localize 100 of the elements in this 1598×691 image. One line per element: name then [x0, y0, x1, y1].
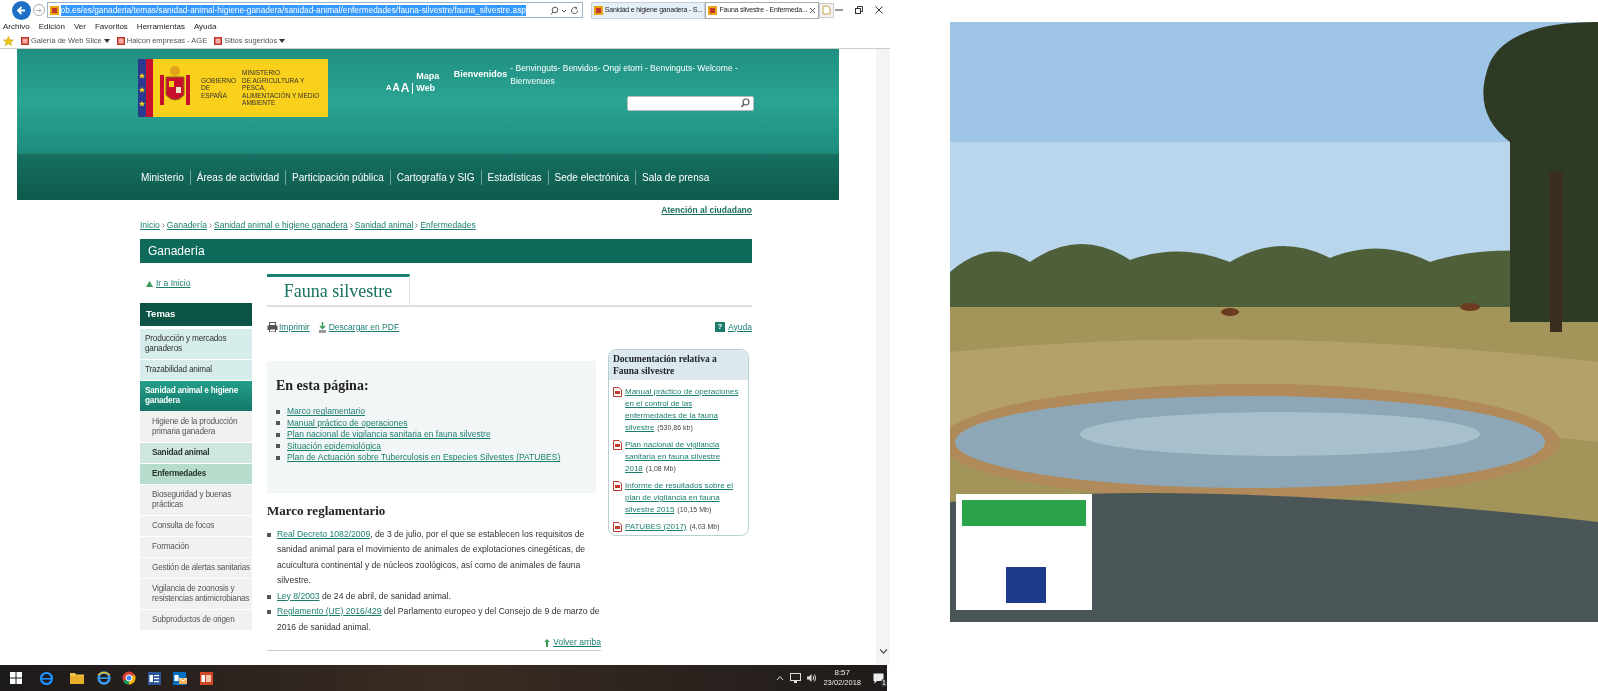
refresh-icon[interactable]: [569, 5, 579, 15]
search-icon[interactable]: [740, 98, 750, 108]
mail-app-icon[interactable]: [173, 671, 187, 685]
link[interactable]: Plan nacional de vigilancia sanitaria en fauna silvestre: [287, 428, 491, 442]
back-button[interactable]: [12, 0, 31, 20]
notification-icon[interactable]: [872, 672, 884, 684]
volume-icon[interactable]: [806, 673, 818, 683]
welcome-text: Bienvenidos: [453, 68, 508, 81]
new-tab-icon: [822, 5, 832, 15]
help-icon[interactable]: ?: [715, 322, 726, 332]
link[interactable]: Descargar en PDF: [328, 320, 400, 334]
menu-item[interactable]: Ver: [73, 21, 86, 33]
nav-link[interactable]: Participación pública: [285, 169, 390, 185]
sidebar-item[interactable]: Enfermedades: [140, 464, 252, 485]
chevron-icon: [413, 221, 421, 229]
bullet-icon: [267, 594, 271, 599]
nav-link[interactable]: Sede electrónica: [547, 169, 636, 185]
sidebar-heading: Temas: [140, 303, 252, 326]
sidebar-item[interactable]: Consulta de focos: [140, 516, 252, 537]
star-icon[interactable]: [3, 36, 14, 46]
arrow-icon: [35, 6, 43, 14]
bullet-icon: [276, 432, 280, 437]
chevron-icon: [347, 221, 355, 229]
close-icon[interactable]: [874, 5, 884, 15]
link[interactable]: Plan de Actuación sobre Tuberculosis en Especies Silvestes (PATUBES): [287, 451, 561, 465]
page-icon: [214, 37, 223, 45]
nav-link[interactable]: Estadísticas: [480, 169, 548, 185]
section-title-bar: Ganadería: [140, 239, 752, 263]
document-app-icon[interactable]: [148, 671, 161, 685]
triangle-icon: [146, 280, 153, 287]
sidebar-item[interactable]: Formación: [140, 537, 252, 558]
breadcrumb-link[interactable]: Sanidad animal e higiene ganadera: [214, 218, 348, 232]
link[interactable]: Ley 8/2003: [277, 590, 320, 601]
browser-icon[interactable]: [97, 671, 111, 685]
sidebar-item[interactable]: Subproductos de origen: [140, 610, 252, 631]
bullet-icon: [276, 444, 280, 449]
nav-link[interactable]: Cartografía y SIG: [389, 169, 481, 185]
printer-icon: [267, 322, 278, 332]
sidebar-item[interactable]: Gestión de alertas sanitarias: [140, 558, 252, 579]
link[interactable]: Manual práctico de operaciones: [287, 416, 408, 430]
breadcrumb-link[interactable]: Ganadería: [166, 218, 207, 232]
pdf-icon: [613, 387, 622, 397]
scroll-down-icon[interactable]: [878, 648, 888, 655]
link[interactable]: Volver arriba: [553, 636, 601, 649]
nav-link[interactable]: Sala de prensa: [635, 169, 716, 185]
panel-heading: Documentación relativa a Fauna silvestre: [609, 350, 748, 380]
breadcrumb-link[interactable]: Inicio: [140, 218, 160, 232]
regulation-text: Real Decreto 1082/2009, de 3 de julio, por el que se establecen los requisitos de sanidad animal para el movimiento de animales de explotaciones cinegéticas, de acuicultura continental y de núcleos zoológicos, así como de animales de fauna silvestre.: [277, 527, 587, 587]
link[interactable]: Atención al ciudadano: [661, 204, 752, 216]
link[interactable]: Marco reglamentario: [287, 405, 365, 419]
page-icon: [21, 37, 29, 45]
search-icon[interactable]: [549, 5, 559, 15]
link[interactable]: Ayuda: [728, 320, 752, 334]
link[interactable]: Situación epidemiológica: [287, 439, 382, 453]
pdf-icon: [613, 440, 622, 450]
menu-item[interactable]: Favoritos: [94, 21, 128, 33]
link[interactable]: Reglamento (UE) 2016/429: [277, 606, 382, 616]
sidebar-item[interactable]: Vigilancia de zoonosis y resistencias antimicrobianas: [140, 579, 252, 610]
close-icon[interactable]: [809, 6, 817, 14]
sidebar-item[interactable]: Trazabilidad animal: [140, 360, 252, 381]
restore-icon[interactable]: [854, 5, 864, 15]
caret-icon[interactable]: [279, 39, 286, 43]
nav-link[interactable]: Ministerio: [135, 169, 190, 185]
breadcrumb-link[interactable]: Enfermedades: [420, 218, 476, 232]
menu-item[interactable]: Herramientas: [136, 21, 185, 33]
bullet-icon: [276, 421, 280, 426]
sidebar-item[interactable]: Higiene de la producción primaria ganadera: [140, 412, 252, 443]
nav-link[interactable]: Áreas de actividad: [189, 169, 286, 185]
favicon-icon: [49, 5, 59, 15]
sidebar-item[interactable]: Producción y mercados ganaderos: [140, 329, 252, 360]
favicon-icon: [593, 5, 603, 15]
bullet-icon: [276, 455, 280, 460]
link[interactable]: Ir a Inicio: [156, 277, 191, 290]
menu-item[interactable]: Archivo: [3, 21, 30, 33]
bullet-icon: [267, 532, 271, 537]
section-heading: Marco reglamentario: [267, 502, 387, 520]
menu-item[interactable]: Edición: [38, 21, 65, 33]
windows-icon[interactable]: [10, 672, 22, 684]
sidebar-item[interactable]: Bioseguridad y buenas prácticas: [140, 485, 252, 516]
menu-item[interactable]: Ayuda: [193, 21, 217, 33]
browser-icon[interactable]: [40, 671, 53, 685]
search-field[interactable]: [627, 95, 754, 111]
url-text: ob.es/es/ganaderia/temas/sanidad-animal-higiene-ganadera/sanidad-animal/enfermedades/fauna-silvestre/fauna_silvestre.asp: [60, 4, 526, 16]
link[interactable]: Imprimir: [279, 320, 310, 334]
chrome-icon[interactable]: [122, 671, 136, 685]
caret-icon[interactable]: [103, 39, 110, 43]
breadcrumb-link[interactable]: Sanidad animal: [354, 218, 414, 232]
clock-time: 8:57: [834, 668, 850, 678]
languages-text: - Benvinguts- Benvidos- Ongi etorri - Benvinguts- Welcome - Bienvenues: [510, 62, 739, 88]
download-icon: [317, 321, 327, 333]
sidebar-item[interactable]: Sanidad animal: [140, 443, 252, 464]
folder-icon[interactable]: [70, 672, 84, 684]
presentation-app-icon[interactable]: [200, 671, 213, 685]
network-icon[interactable]: [790, 673, 802, 683]
toc-heading: En esta página:: [276, 377, 370, 395]
caret-icon[interactable]: [776, 675, 785, 681]
page-icon: [116, 37, 125, 45]
bullet-icon: [267, 610, 271, 614]
sidebar-item[interactable]: Sanidad animal e higiene ganadera: [140, 381, 252, 412]
favicon-icon: [708, 5, 718, 15]
